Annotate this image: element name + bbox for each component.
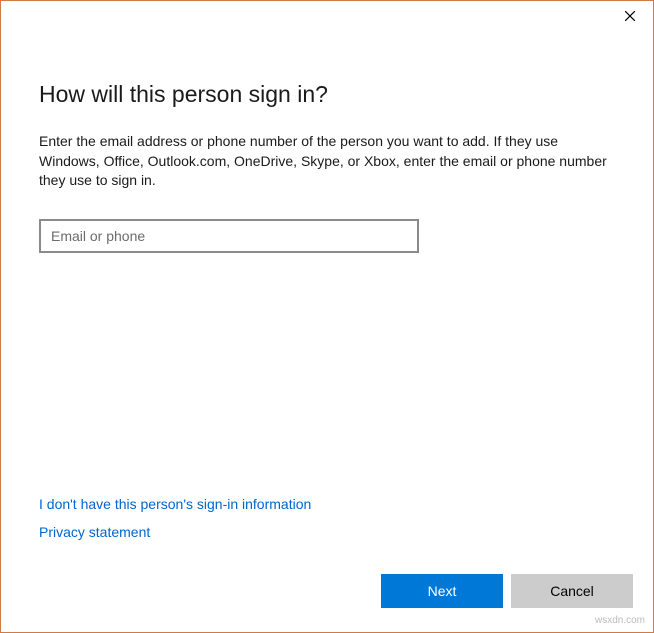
email-or-phone-input[interactable] [39, 219, 419, 253]
dialog-content: How will this person sign in? Enter the … [1, 33, 653, 496]
add-user-dialog: How will this person sign in? Enter the … [0, 0, 654, 633]
dialog-footer: Next Cancel [1, 568, 653, 632]
no-signin-info-link[interactable]: I don't have this person's sign-in infor… [39, 496, 615, 512]
privacy-statement-link[interactable]: Privacy statement [39, 524, 615, 540]
close-icon [625, 11, 635, 21]
links-section: I don't have this person's sign-in infor… [1, 496, 653, 568]
titlebar [1, 1, 653, 33]
close-button[interactable] [607, 1, 653, 31]
dialog-description: Enter the email address or phone number … [39, 132, 615, 191]
spacer [39, 253, 615, 496]
dialog-heading: How will this person sign in? [39, 81, 615, 108]
next-button[interactable]: Next [381, 574, 503, 608]
cancel-button[interactable]: Cancel [511, 574, 633, 608]
